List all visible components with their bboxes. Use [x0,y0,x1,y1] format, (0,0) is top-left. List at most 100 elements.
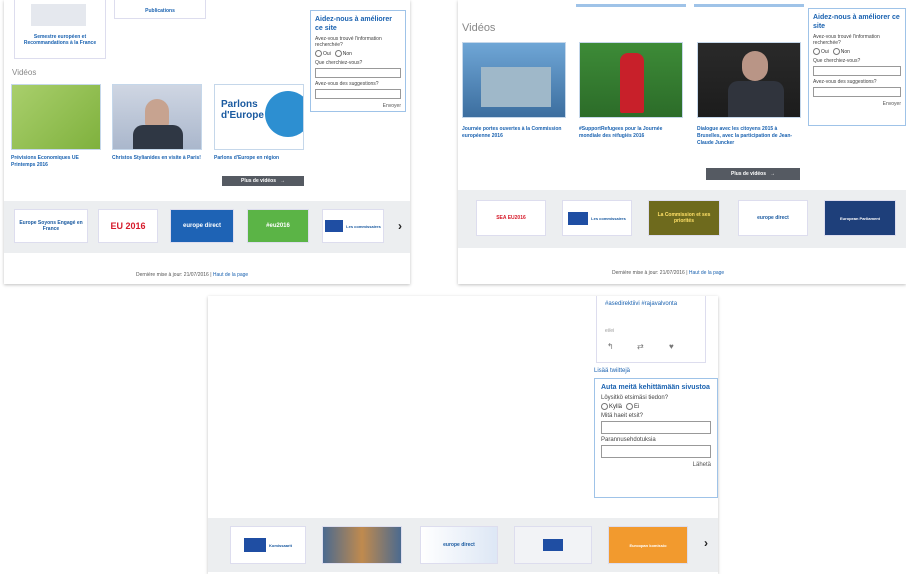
be-no-radio[interactable]: Non [832,48,850,55]
fr-yes-radio[interactable]: Oui [315,50,331,57]
fr-send-button[interactable]: Envoyer [315,103,401,109]
be-logo-5[interactable]: European Parliament [824,200,896,236]
fr-no-radio[interactable]: Non [334,50,352,57]
fi-logo-5[interactable]: Euroopan komissio [608,526,688,564]
fi-logo-3[interactable]: europe direct [420,526,498,564]
fr-logo-2[interactable]: EU 2016 [98,209,158,243]
fi-suggestions-label: Parannusehdotuksia [601,437,656,444]
fi-looking-for-label: Mitä haeit etsit? [601,413,644,420]
fr-suit-figure [133,125,183,149]
fi-logo-4[interactable] [514,526,592,564]
be-top-bar-2 [694,4,804,7]
fr-logo-3[interactable]: europe direct [170,209,234,243]
be-feedback-question: Avez-vous trouvé l'information recherché… [813,34,880,46]
fi-tweet-text[interactable]: #asedirektiivi #rajavalvonta [605,300,695,309]
be-feedback-title: Aidez-nous à améliorer ce site [813,14,900,30]
be-building-shape [481,67,551,107]
be-yes-radio[interactable]: Oui [813,48,829,55]
fi-feedback-radios: Kyllä Ei [601,403,711,410]
reply-icon[interactable]: ↰ [607,342,614,351]
fi-no-radio[interactable]: Ei [626,403,639,410]
fr-logo-1[interactable]: Europe Soyons Engagé en France [14,209,88,243]
eu-flag-icon [568,211,589,225]
fr-video-thumb-3[interactable]: Parlons d'Europe [214,84,304,150]
be-suggestions-label: Avez-vous des suggestions? [813,79,877,85]
be-send-button[interactable]: Envoyer [813,101,901,107]
fr-suggestions-input[interactable] [315,89,401,99]
fr-top-card-image [31,4,86,26]
be-top-bar-1 [576,4,686,7]
fr-video-thumb-1[interactable] [11,84,101,150]
be-video-caption-1[interactable]: Journée portes ouvertes à la Commission … [462,126,566,140]
be-looking-for-input[interactable] [813,66,901,76]
fr-video-caption-2[interactable]: Christos Stylianides en visite à Paris! [112,155,202,162]
fr-logo-5[interactable]: Les commissaires [322,209,384,243]
fi-page: #asedirektiivi #rajavalvonta ei/ei ↰ ⇄ ♥… [208,296,718,574]
fr-video-thumb-2[interactable] [112,84,202,150]
fr-top-card[interactable]: Semestre européen et Recommandations à l… [14,0,106,59]
fi-logo-2[interactable] [322,526,402,564]
fr-feedback-title: Aidez-nous à améliorer ce site [315,16,393,32]
be-more-videos-label: Plus de vidéos [730,171,766,177]
fr-footer-link[interactable]: Haut de la page [213,272,248,278]
be-video-thumb-1[interactable] [462,42,566,118]
fr-suggestions-label: Avez-vous des suggestions? [315,81,379,87]
fi-tweet-card: #asedirektiivi #rajavalvonta ei/ei ↰ ⇄ ♥ [596,296,706,363]
fi-feedback-box: Auta meitä kehittämään sivustoa Löysitkö… [594,378,718,498]
arrow-right-icon: → [770,171,775,177]
be-speaker-body [728,81,784,117]
be-logo-4-text: europe direct [757,215,789,221]
fi-looking-for-input[interactable] [601,421,711,435]
fr-more-videos-button[interactable]: Plus de vidéos → [222,176,304,186]
heart-icon[interactable]: ♥ [669,342,674,351]
fr-no-label: Non [342,50,352,57]
be-logo-1[interactable]: SEA EU2016 [476,200,546,236]
fi-yes-radio[interactable]: Kyllä [601,403,622,410]
be-logo-carousel: SEA EU2016 Les commissaires La Commissio… [458,190,906,248]
fr-page: Semestre européen et Recommandations à l… [4,0,410,284]
fr-video-caption-3[interactable]: Parlons d'Europe en région [214,155,304,162]
be-looking-for-label: Que cherchiez-vous? [813,58,861,64]
chevron-right-icon[interactable]: › [704,536,708,550]
be-more-videos-button[interactable]: Plus de vidéos → [706,168,800,180]
fi-feedback-question: Löysitkö etsimäsi tiedon? [601,395,669,401]
be-logo-2-text: Les commissaires [591,215,626,221]
be-logo-2[interactable]: Les commissaires [562,200,632,236]
fi-feedback-title: Auta meitä kehittämään sivustoa [601,384,710,391]
be-video-thumb-3[interactable] [697,42,801,118]
fi-logo-5-text: Euroopan komissio [629,542,667,548]
be-player-figure [620,53,644,113]
arrow-right-icon: → [280,178,285,184]
be-video-thumb-2[interactable] [579,42,683,118]
retweet-icon[interactable]: ⇄ [637,342,644,351]
be-logo-1-text: SEA EU2016 [496,215,526,221]
fi-send-button[interactable]: Lähetä [601,462,711,468]
fr-publications-card[interactable]: Publications [114,0,206,19]
fr-video-caption-1[interactable]: Prévisions Economiques UE Printemps 2016 [11,155,101,169]
fr-looking-for-input[interactable] [315,68,401,78]
fi-logo-carousel: Komissaarit europe direct Euroopan komis… [208,518,718,572]
eu-flag-icon [325,220,344,232]
fr-feedback-box: Aidez-nous à améliorer ce site Avez-vous… [310,10,406,112]
be-video-caption-3[interactable]: Dialogue avec les citoyens 2015 à Bruxel… [697,126,801,147]
eu-flag-icon [543,539,563,551]
be-logo-4[interactable]: europe direct [738,200,808,236]
be-feedback-box: Aidez-nous à améliorer ce site Avez-vous… [808,8,906,126]
chevron-right-icon[interactable]: › [398,219,402,233]
fi-yes-label: Kyllä [609,404,623,411]
fr-looking-for-label: Que cherchiez-vous? [315,60,363,66]
fi-logo-1-text: Komissaarit [269,542,292,548]
be-speaker-head [742,51,768,81]
be-logo-3[interactable]: La Commission et ses priorités [648,200,720,236]
fr-logo-carousel: Europe Soyons Engagé en France EU 2016 e… [4,201,410,253]
fi-suggestions-input[interactable] [601,445,711,459]
be-footer: Dernière mise à jour: 21/07/2016 | Haut … [612,270,725,276]
fr-logo-4[interactable]: #eu2016 [247,209,309,243]
fi-tweet-time: ei/ei [605,328,615,334]
be-videos-heading: Vidéos [462,22,496,34]
be-video-caption-2[interactable]: #SupportRefugees pour la Journée mondial… [579,126,683,140]
be-footer-link[interactable]: Haut de la page [689,270,724,276]
fi-logo-1[interactable]: Komissaarit [230,526,306,564]
be-suggestions-input[interactable] [813,87,901,97]
fi-tweet-list-link[interactable]: Lisää twiittejä [594,368,630,374]
